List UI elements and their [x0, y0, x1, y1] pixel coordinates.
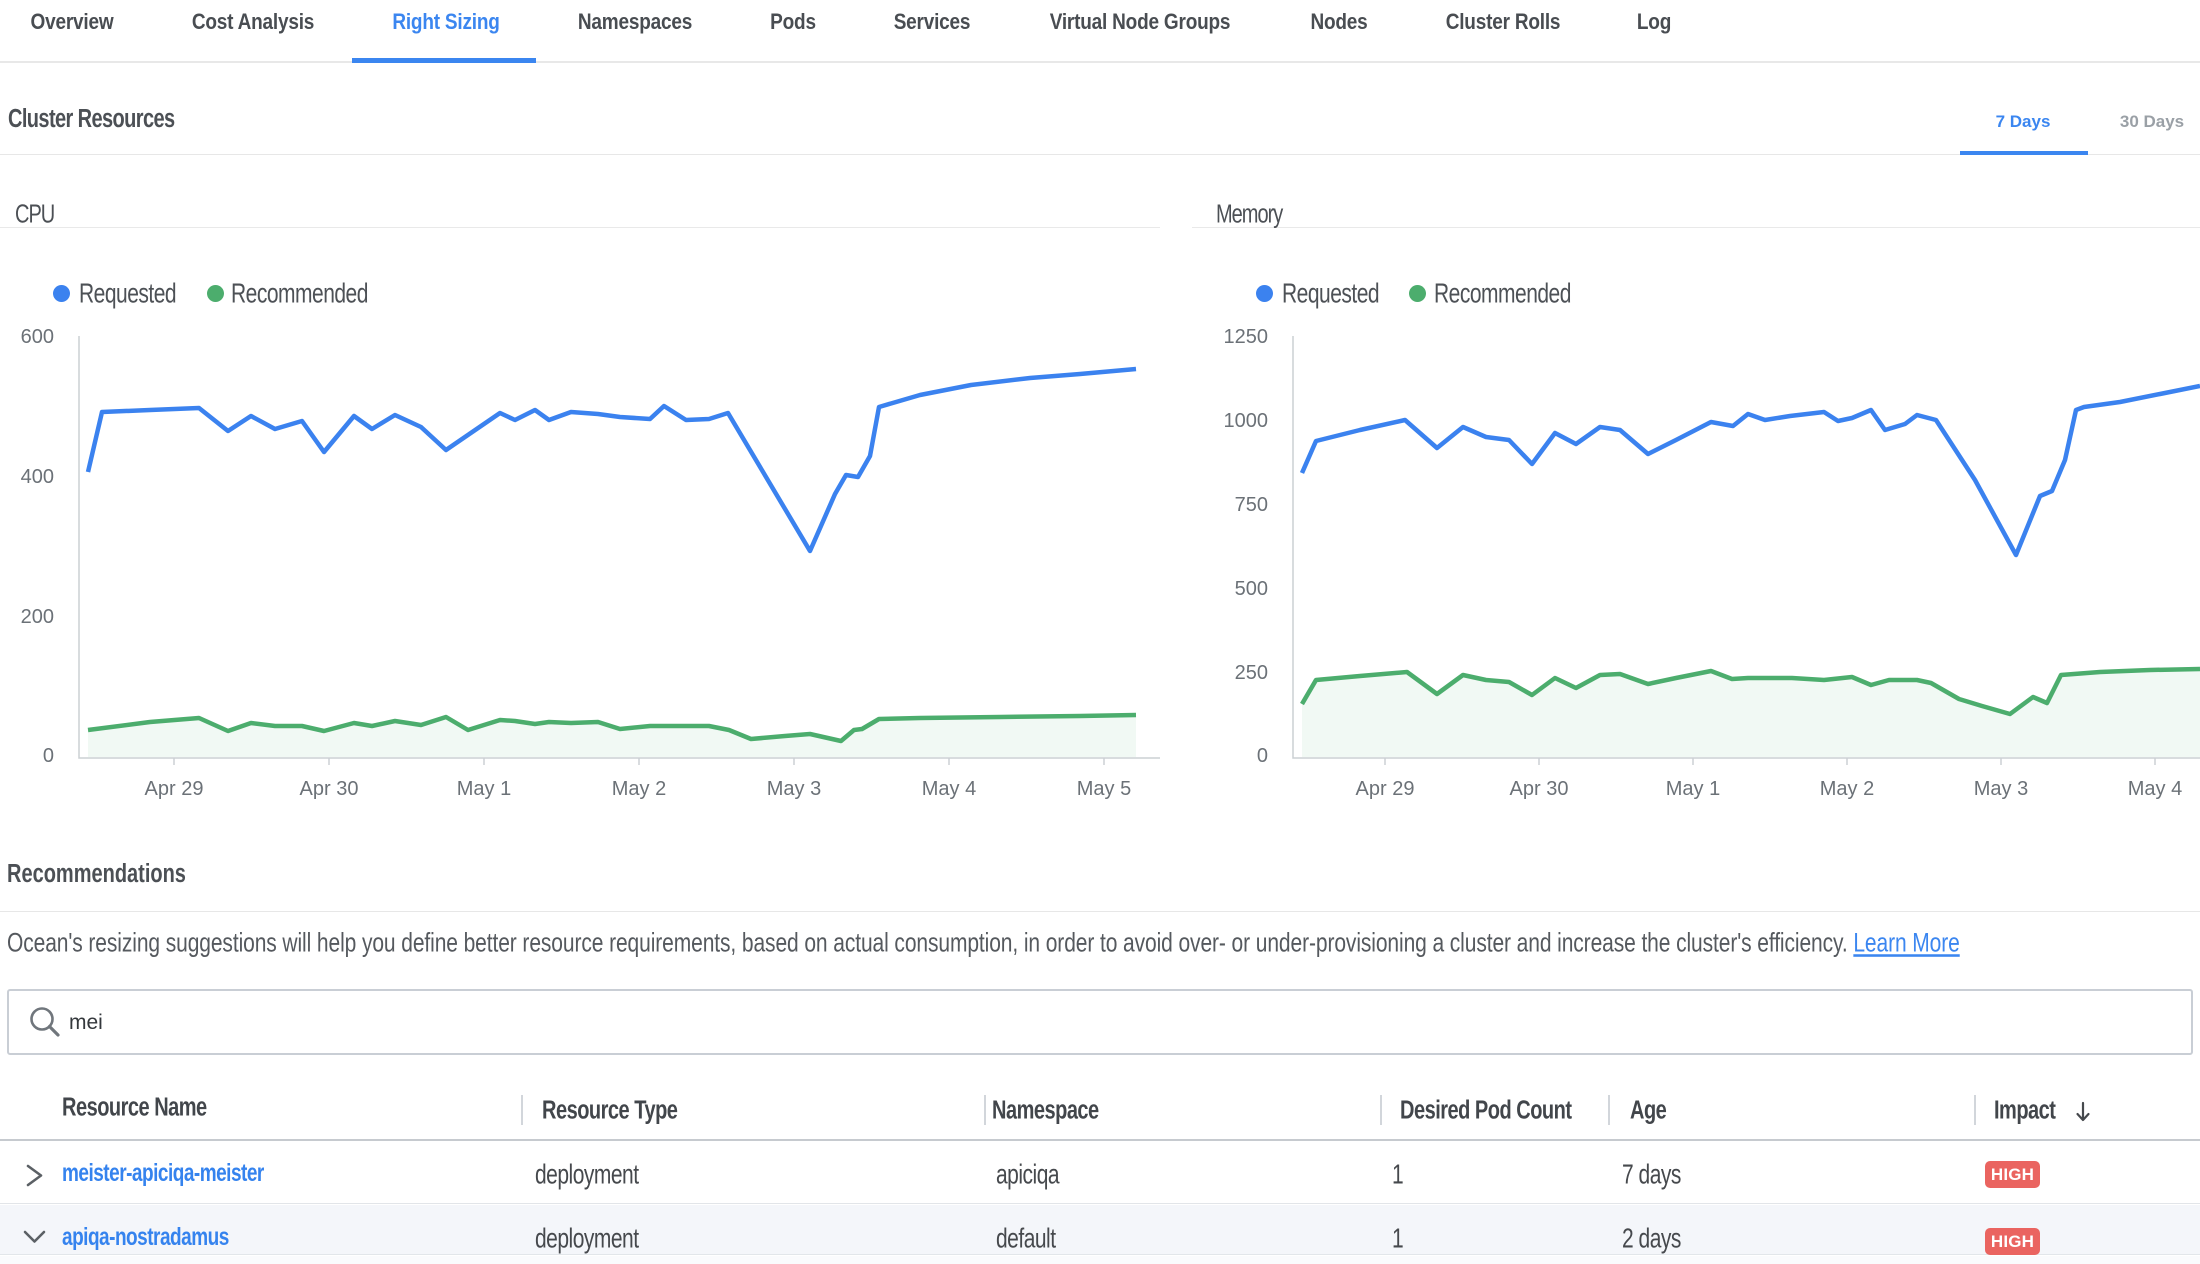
svg-text:750: 750 — [1235, 494, 1268, 516]
svg-text:May 3: May 3 — [1974, 778, 2028, 800]
svg-text:200: 200 — [21, 606, 54, 628]
svg-text:0: 0 — [43, 745, 54, 767]
svg-text:May 1: May 1 — [1666, 778, 1720, 800]
svg-text:500: 500 — [1235, 578, 1268, 600]
svg-text:Apr 30: Apr 30 — [300, 778, 359, 800]
svg-text:1250: 1250 — [1224, 326, 1269, 348]
svg-text:May 4: May 4 — [922, 778, 976, 800]
svg-text:Apr 30: Apr 30 — [1510, 778, 1569, 800]
svg-text:Apr 29: Apr 29 — [1356, 778, 1415, 800]
svg-text:Apr 29: Apr 29 — [145, 778, 204, 800]
svg-text:1000: 1000 — [1224, 410, 1269, 432]
svg-text:May 2: May 2 — [1820, 778, 1874, 800]
svg-text:May 3: May 3 — [767, 778, 821, 800]
svg-text:May 5: May 5 — [1077, 778, 1131, 800]
svg-text:250: 250 — [1235, 662, 1268, 684]
svg-text:May 2: May 2 — [612, 778, 666, 800]
svg-text:0: 0 — [1257, 745, 1268, 767]
svg-text:600: 600 — [21, 326, 54, 348]
svg-text:May 1: May 1 — [457, 778, 511, 800]
svg-text:400: 400 — [21, 466, 54, 488]
svg-text:May 4: May 4 — [2128, 778, 2182, 800]
